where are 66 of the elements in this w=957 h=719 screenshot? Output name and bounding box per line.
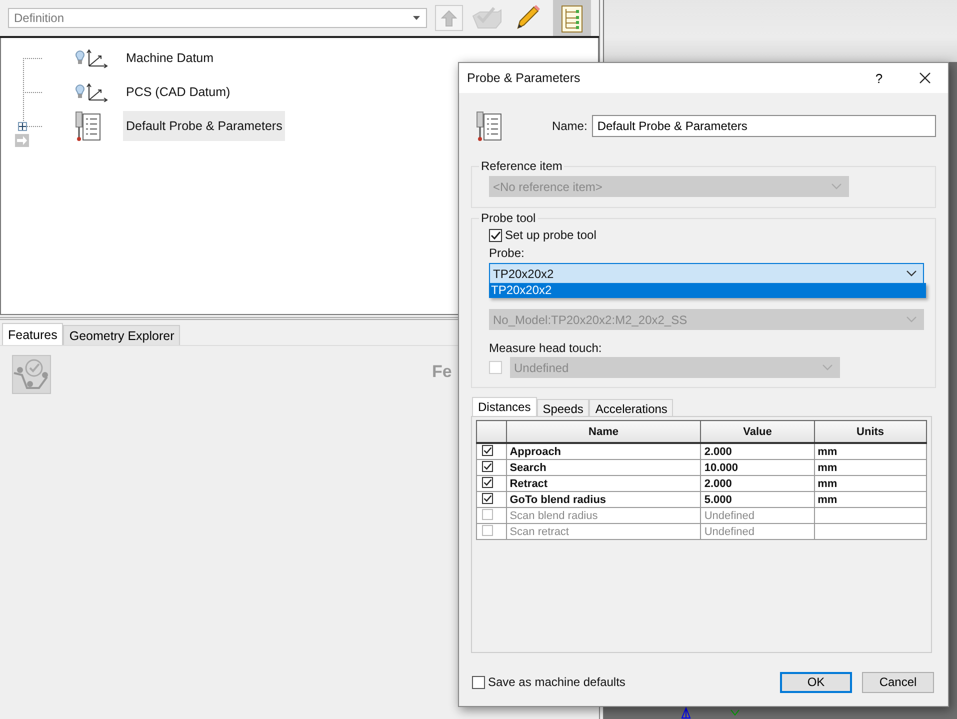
chevron-icon [822, 364, 833, 371]
group-label: Probe tool [480, 211, 537, 225]
tree-item[interactable]: Default Probe & Parameters [123, 111, 286, 141]
checkbox[interactable] [482, 444, 493, 456]
table-cell: Search [506, 460, 701, 476]
checkbox-label: Set up probe tool [505, 228, 596, 242]
table-cell: 2.000 [700, 476, 814, 492]
tree-item[interactable]: Machine Datum [123, 43, 217, 73]
column-header: Units [814, 420, 926, 443]
help-button[interactable]: ? [864, 70, 894, 86]
panel-heading: Fe [432, 362, 452, 382]
probe-dropdown[interactable]: TP20x20x2 [489, 263, 924, 284]
probe-list-icon [474, 110, 504, 142]
table-cell: mm [814, 460, 926, 476]
table-cell: Scan blend radius [506, 508, 701, 524]
expand-toggle[interactable] [18, 122, 27, 131]
chevron-icon [906, 316, 917, 323]
table-cell: mm [814, 476, 926, 492]
group-label: Reference item [480, 159, 564, 173]
view-dropdown[interactable]: Definition [8, 8, 427, 28]
column-header [476, 420, 506, 443]
toolbar-button[interactable] [553, 0, 591, 36]
table-cell: Retract [506, 476, 701, 492]
name-field[interactable]: Default Probe & Parameters [592, 115, 936, 137]
checkbox[interactable] [472, 676, 485, 688]
datum-axes-icon [73, 82, 109, 102]
chevron-icon [831, 183, 842, 190]
checkbox[interactable] [482, 460, 493, 472]
column-header: Name [506, 420, 701, 443]
checkbox[interactable] [482, 492, 493, 504]
checkbox-label: Save as machine defaults [488, 675, 626, 689]
tree-item[interactable]: PCS (CAD Datum) [123, 77, 234, 107]
chevron-icon [906, 270, 917, 277]
dropdown-option[interactable]: TP20x20x2 [489, 283, 926, 298]
table-cell: 2.000 [700, 443, 814, 460]
field-label: Probe: [489, 246, 526, 262]
panel-tab[interactable]: Geometry Explorer [63, 325, 180, 345]
dialog-title: Probe & Parameters [467, 71, 582, 85]
cancel-button[interactable]: Cancel [862, 672, 934, 692]
panel-tab[interactable]: Features [2, 323, 64, 345]
field-label: Name: [552, 119, 588, 133]
table-cell: Scan retract [506, 524, 701, 540]
table-cell: 5.000 [700, 492, 814, 508]
axis-marker-drawing [680, 707, 740, 719]
checkbox[interactable] [482, 508, 493, 520]
table-cell: Approach [506, 443, 701, 460]
close-icon [919, 72, 931, 84]
datum-axes-icon [73, 48, 109, 68]
table-cell: 10.000 [700, 460, 814, 476]
table-cell: GoTo blend radius [506, 492, 701, 508]
probe-list-icon [73, 110, 103, 142]
field-label: Measure head touch: [489, 341, 603, 357]
table-cell: Undefined [700, 508, 814, 524]
checkbox[interactable] [482, 524, 493, 536]
table-cell: mm [814, 492, 926, 508]
tab[interactable]: Accelerations [589, 399, 674, 416]
table-cell: Undefined [700, 524, 814, 540]
column-header: Value [700, 420, 814, 443]
tab[interactable]: Speeds [536, 399, 590, 416]
table-cell: mm [814, 443, 926, 460]
checkbox[interactable] [482, 476, 493, 488]
ok-button[interactable]: OK [780, 672, 852, 692]
features-icon [12, 355, 51, 394]
dropdown-arrow-icon [413, 16, 420, 20]
checkbox[interactable] [489, 228, 502, 242]
tab[interactable]: Distances [472, 397, 537, 416]
